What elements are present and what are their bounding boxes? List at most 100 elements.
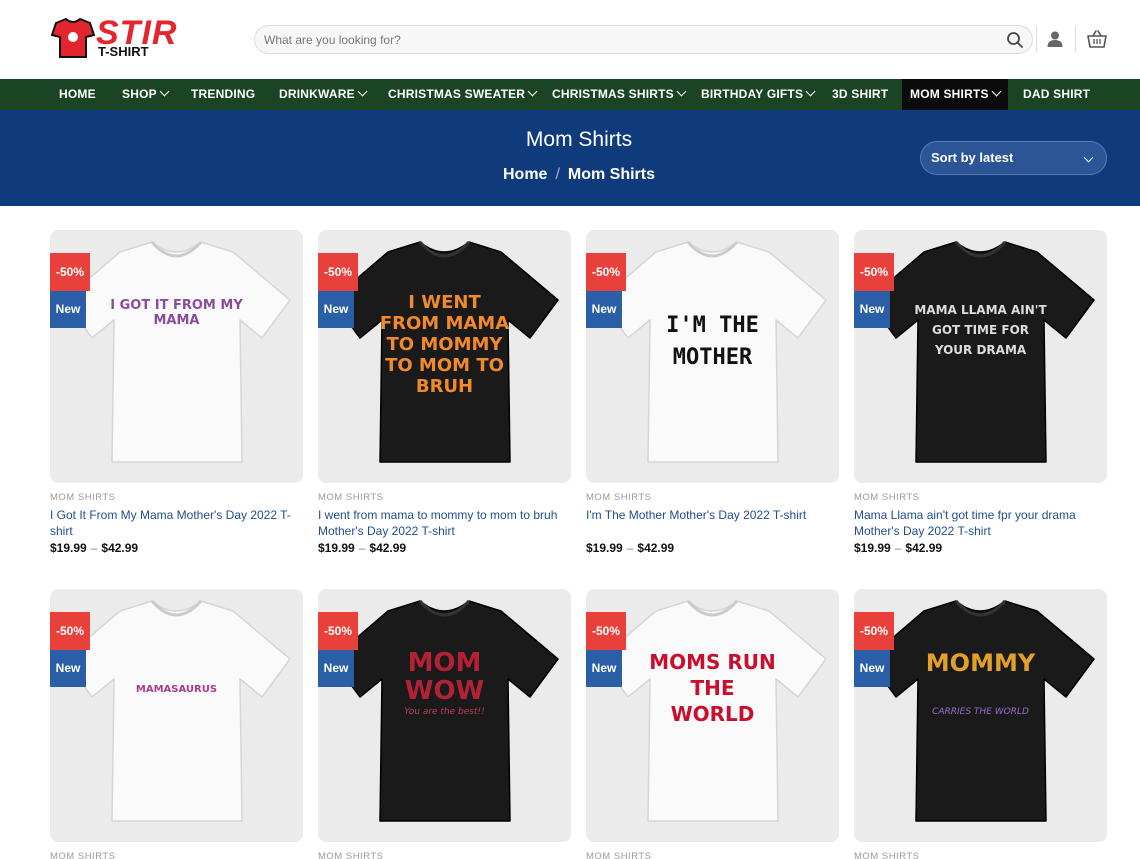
- price-dash: –: [90, 541, 98, 555]
- shirt-print-text: MOMS RUN THE WORLD: [649, 650, 776, 726]
- new-badge: New: [318, 650, 354, 687]
- price-high: $42.99: [637, 541, 675, 555]
- search-input[interactable]: [264, 30, 994, 50]
- shirt-print-subtext: CARRIES THE WORLD: [932, 707, 1029, 717]
- nav-item-home[interactable]: HOME: [59, 79, 96, 110]
- price-dash: –: [358, 541, 366, 555]
- nav-label: CHRISTMAS SHIRTS: [552, 87, 674, 101]
- price-dash: –: [894, 541, 902, 555]
- nav-item-dad-shirt[interactable]: DAD SHIRT: [1023, 79, 1090, 110]
- product-category[interactable]: MOM SHIRTS: [586, 851, 652, 859]
- price-high: $42.99: [101, 541, 139, 555]
- chevron-down-icon: [1083, 152, 1094, 163]
- nav-label: SHOP: [122, 87, 157, 101]
- product-image[interactable]: MAMASAURUS -50% New: [50, 589, 303, 842]
- sale-badge: -50%: [50, 253, 90, 291]
- chevron-down-icon: [805, 86, 816, 97]
- chevron-down-icon: [159, 86, 170, 97]
- product-image[interactable]: MOMMY CARRIES THE WORLD -50% New: [854, 589, 1107, 842]
- nav-label: CHRISTMAS SWEATER: [388, 87, 526, 101]
- new-badge: New: [586, 650, 622, 687]
- product-image[interactable]: I GOT IT FROM MY MAMA -50% New: [50, 230, 303, 483]
- sale-badge: -50%: [586, 612, 626, 650]
- product-price: $19.99– $42.99: [854, 541, 942, 555]
- product-title[interactable]: I'm The Mother Mother's Day 2022 T-shirt: [586, 507, 839, 523]
- product-price: $19.99– $42.99: [318, 541, 406, 555]
- nav-item-3d-shirt[interactable]: 3D SHIRT: [832, 79, 888, 110]
- shirt-print-text: I'M THE MOTHER: [666, 313, 759, 370]
- price-low: $19.99: [318, 541, 355, 555]
- product-category[interactable]: MOM SHIRTS: [854, 492, 920, 503]
- product-title[interactable]: I Got It From My Mama Mother's Day 2022 …: [50, 507, 303, 539]
- breadcrumb-home-link[interactable]: Home: [503, 166, 547, 183]
- logo-subtext: T-SHIRT: [98, 44, 149, 59]
- shirt-print-text: I WENT FROM MAMA TO MOMMY TO MOM TO BRUH: [379, 292, 510, 397]
- new-badge: New: [318, 291, 354, 328]
- sale-badge: -50%: [318, 253, 358, 291]
- product-category[interactable]: MOM SHIRTS: [854, 851, 920, 859]
- tshirt-logo-icon: [50, 17, 96, 58]
- nav-item-shop[interactable]: SHOP: [122, 79, 170, 110]
- main-navigation: HOME SHOP TRENDING DRINKWARE CHRISTMAS S…: [0, 79, 1140, 110]
- nav-label: HOME: [59, 87, 96, 101]
- product-image[interactable]: MOMS RUN THE WORLD -50% New: [586, 589, 839, 842]
- product-image[interactable]: I WENT FROM MAMA TO MOMMY TO MOM TO BRUH…: [318, 230, 571, 483]
- product-image[interactable]: MAMA LLAMA AIN'T GOT TIME FOR YOUR DRAMA…: [854, 230, 1107, 483]
- new-badge: New: [854, 650, 890, 687]
- product-image[interactable]: I'M THE MOTHER -50% New: [586, 230, 839, 483]
- chevron-down-icon: [527, 86, 538, 97]
- nav-label: DAD SHIRT: [1023, 87, 1091, 101]
- price-high: $42.99: [369, 541, 407, 555]
- new-badge: New: [854, 291, 890, 328]
- sale-badge: -50%: [854, 612, 894, 650]
- nav-item-christmas-shirts[interactable]: CHRISTMAS SHIRTS: [552, 79, 687, 110]
- breadcrumb-current: Mom Shirts: [567, 166, 656, 183]
- shirt-print-text: MAMASAURUS: [135, 684, 218, 695]
- header-divider: [1036, 26, 1037, 52]
- sale-badge: -50%: [854, 253, 894, 291]
- nav-label: DRINKWARE: [279, 87, 355, 101]
- price-low: $19.99: [50, 541, 87, 555]
- product-title[interactable]: Mama Llama ain't got time fpr your drama…: [854, 507, 1107, 539]
- nav-label: 3D SHIRT: [832, 87, 889, 101]
- header-divider: [1075, 26, 1076, 52]
- sale-badge: -50%: [586, 253, 626, 291]
- chevron-down-icon: [676, 86, 687, 97]
- category-banner: Mom Shirts Home / Mom Shirts Sort by lates…: [0, 110, 1140, 206]
- user-icon[interactable]: [1046, 30, 1064, 48]
- product-category[interactable]: MOM SHIRTS: [50, 492, 116, 503]
- site-header: STIR T-SHIRT: [0, 0, 1140, 79]
- nav-label: TRENDING: [191, 87, 256, 101]
- nav-item-drinkware[interactable]: DRINKWARE: [279, 79, 368, 110]
- shirt-print-text: MAMA LLAMA AIN'T GOT TIME FOR YOUR DRAMA: [914, 303, 1047, 357]
- sale-badge: -50%: [318, 612, 358, 650]
- price-low: $19.99: [854, 541, 891, 555]
- new-badge: New: [50, 650, 86, 687]
- product-price: $19.99– $42.99: [586, 541, 674, 555]
- nav-item-trending[interactable]: TRENDING: [191, 79, 255, 110]
- nav-item-mom-shirts[interactable]: MOM SHIRTS: [902, 79, 1008, 110]
- breadcrumb-separator: /: [555, 166, 560, 183]
- search-icon[interactable]: [1006, 31, 1024, 49]
- nav-label: MOM SHIRTS: [910, 87, 989, 101]
- new-badge: New: [50, 291, 86, 328]
- nav-item-birthday-gifts[interactable]: BIRTHDAY GIFTS: [701, 79, 816, 110]
- price-dash: –: [626, 541, 634, 555]
- product-category[interactable]: MOM SHIRTS: [318, 851, 384, 859]
- sort-select[interactable]: Sort by latest: [920, 141, 1107, 175]
- shirt-print-subtext: You are the best!!: [404, 707, 485, 717]
- sort-label: Sort by latest: [931, 150, 1014, 165]
- basket-icon[interactable]: [1087, 29, 1107, 49]
- site-logo[interactable]: STIR T-SHIRT: [50, 15, 200, 63]
- search-bar: [254, 25, 1033, 54]
- product-image[interactable]: MOM WOW You are the best!! -50% New: [318, 589, 571, 842]
- shirt-print-text: I GOT IT FROM MY MAMA: [110, 298, 243, 328]
- product-category[interactable]: MOM SHIRTS: [50, 851, 116, 859]
- product-title[interactable]: I went from mama to mommy to mom to bruh…: [318, 507, 571, 539]
- new-badge: New: [586, 291, 622, 328]
- product-category[interactable]: MOM SHIRTS: [318, 492, 384, 503]
- product-price: $19.99– $42.99: [50, 541, 138, 555]
- price-low: $19.99: [586, 541, 623, 555]
- nav-item-christmas-sweater[interactable]: CHRISTMAS SWEATER: [388, 79, 538, 110]
- product-category[interactable]: MOM SHIRTS: [586, 492, 652, 503]
